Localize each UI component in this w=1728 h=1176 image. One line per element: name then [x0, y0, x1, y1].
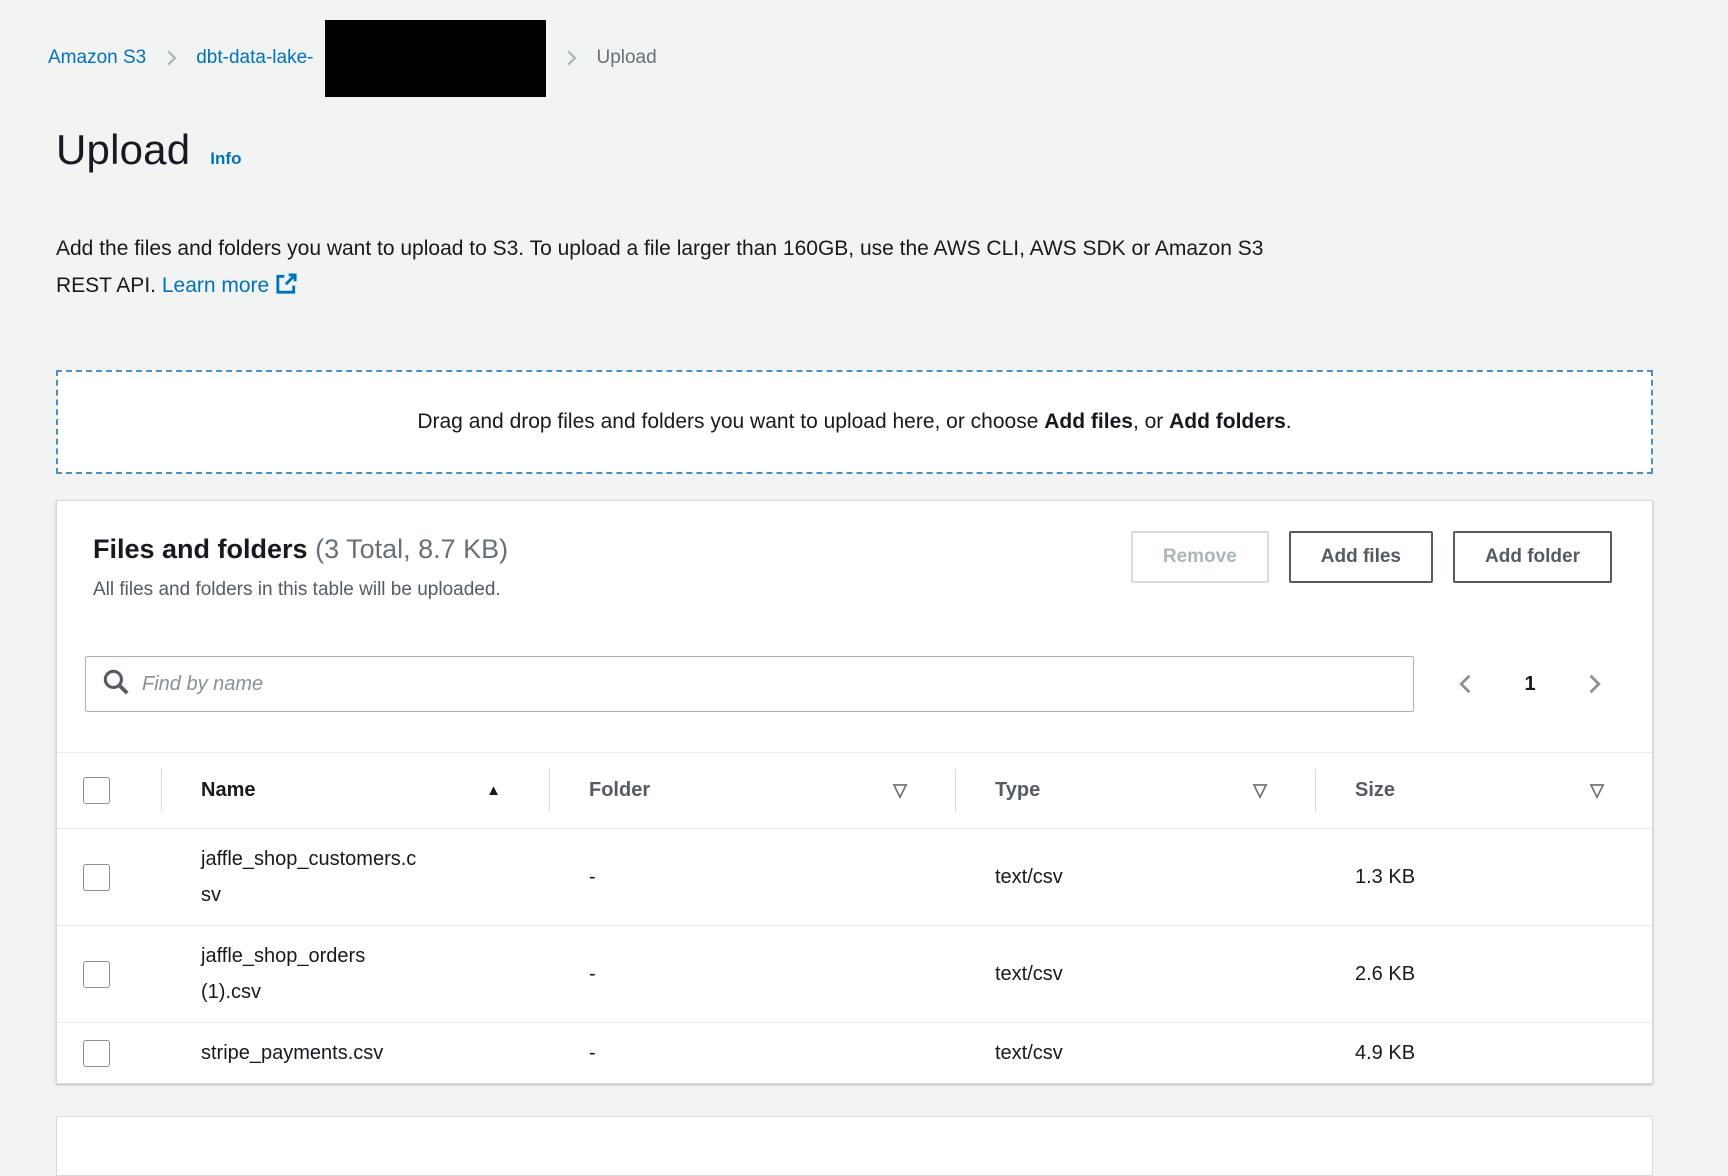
- drag-and-drop-zone[interactable]: Drag and drop files and folders you want…: [56, 370, 1653, 474]
- column-header-folder[interactable]: Folder ▽: [549, 753, 955, 828]
- cell-size: 4.9 KB: [1315, 1023, 1652, 1083]
- column-header-type[interactable]: Type ▽: [955, 753, 1315, 828]
- files-and-folders-panel: Files and folders (3 Total, 8.7 KB) All …: [56, 500, 1653, 1084]
- search-icon: [102, 668, 130, 701]
- cell-size: 1.3 KB: [1315, 847, 1652, 907]
- sort-icon: ▽: [893, 780, 907, 801]
- breadcrumb-bucket[interactable]: dbt-data-lake-: [196, 47, 313, 69]
- dropzone-add-files-label: Add files: [1044, 410, 1133, 433]
- table-row: jaffle_shop_orders (1).csv - text/csv 2.…: [57, 925, 1652, 1022]
- row-checkbox[interactable]: [83, 864, 110, 891]
- chevron-right-icon: [162, 49, 180, 67]
- table-body: jaffle_shop_customers.csv - text/csv 1.3…: [57, 828, 1652, 1083]
- search-box: [85, 656, 1414, 712]
- files-table: Name ▲ Folder ▽ Type ▽ Size ▽ jaffle_sho…: [57, 752, 1652, 1083]
- row-checkbox[interactable]: [83, 961, 110, 988]
- next-section-panel: [56, 1116, 1653, 1176]
- search-input[interactable]: [142, 673, 1397, 696]
- page-title: Upload: [56, 126, 190, 174]
- cell-folder: -: [549, 847, 955, 907]
- cell-name: jaffle_shop_orders (1).csv: [161, 926, 549, 1022]
- panel-heading-block: Files and folders (3 Total, 8.7 KB) All …: [93, 531, 508, 601]
- cell-type: text/csv: [955, 944, 1315, 1004]
- sort-ascending-icon: ▲: [486, 782, 501, 799]
- panel-title: Files and folders (3 Total, 8.7 KB): [93, 531, 508, 567]
- cell-size: 2.6 KB: [1315, 944, 1652, 1004]
- current-page-number[interactable]: 1: [1500, 673, 1560, 696]
- sort-icon: ▽: [1253, 780, 1267, 801]
- redacted-bucket-name: [325, 20, 546, 97]
- panel-counter: (3 Total, 8.7 KB): [315, 534, 508, 564]
- table-row: stripe_payments.csv - text/csv 4.9 KB: [57, 1022, 1652, 1083]
- cell-folder: -: [549, 1023, 955, 1083]
- previous-page-button[interactable]: [1436, 671, 1496, 697]
- next-page-button[interactable]: [1564, 671, 1624, 697]
- row-checkbox-cell: [57, 829, 161, 925]
- row-checkbox[interactable]: [83, 1040, 110, 1067]
- select-all-checkbox[interactable]: [83, 777, 110, 804]
- dropzone-add-folders-label: Add folders: [1169, 410, 1286, 433]
- cell-type: text/csv: [955, 847, 1315, 907]
- add-folder-button[interactable]: Add folder: [1453, 531, 1612, 583]
- table-header-row: Name ▲ Folder ▽ Type ▽ Size ▽: [57, 752, 1652, 828]
- page-description: Add the files and folders you want to up…: [56, 230, 1276, 304]
- remove-button[interactable]: Remove: [1131, 531, 1269, 583]
- dropzone-text: Drag and drop files and folders you want…: [417, 410, 1291, 434]
- panel-subtitle: All files and folders in this table will…: [93, 579, 508, 601]
- panel-actions: Remove Add files Add folder: [1131, 531, 1612, 583]
- breadcrumb-amazon-s3[interactable]: Amazon S3: [48, 47, 146, 69]
- column-header-name[interactable]: Name ▲: [161, 753, 549, 828]
- info-link[interactable]: Info: [210, 149, 241, 169]
- cell-folder: -: [549, 944, 955, 1004]
- cell-name: stripe_payments.csv: [161, 1023, 549, 1083]
- row-checkbox-cell: [57, 1023, 161, 1083]
- header-checkbox-cell: [57, 753, 161, 828]
- cell-name: jaffle_shop_customers.csv: [161, 829, 549, 925]
- learn-more-link[interactable]: Learn more: [162, 274, 298, 297]
- row-checkbox-cell: [57, 926, 161, 1022]
- chevron-right-icon: [562, 49, 580, 67]
- column-header-size[interactable]: Size ▽: [1315, 753, 1652, 828]
- sort-icon: ▽: [1590, 780, 1604, 801]
- cell-type: text/csv: [955, 1023, 1315, 1083]
- pagination: 1: [1436, 671, 1624, 697]
- add-files-button[interactable]: Add files: [1289, 531, 1433, 583]
- table-row: jaffle_shop_customers.csv - text/csv 1.3…: [57, 828, 1652, 925]
- breadcrumb-current: Upload: [596, 47, 656, 69]
- external-link-icon: [269, 274, 298, 297]
- breadcrumb: Amazon S3 dbt-data-lake- Upload: [0, 40, 1728, 76]
